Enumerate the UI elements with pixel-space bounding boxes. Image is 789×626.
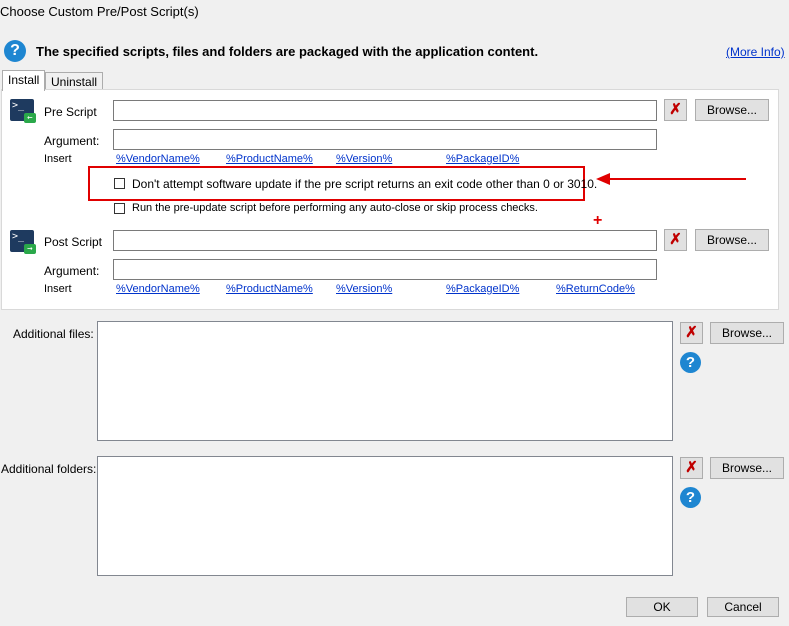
additional-folders-browse-button[interactable]: Browse... [710,457,784,479]
exit-code-checkbox[interactable] [114,178,125,189]
pre-script-label: Pre Script [44,105,97,119]
pre-insert-productname-link[interactable]: %ProductName% [226,153,313,165]
terminal-glyph: >_ [12,100,25,111]
pre-script-argument-input[interactable] [113,129,657,150]
pre-script-browse-button[interactable]: Browse... [695,99,769,121]
additional-files-browse-button[interactable]: Browse... [710,322,784,344]
additional-files-clear-button[interactable]: ✗ [680,322,703,344]
additional-folders-label: Additional folders: [1,462,97,476]
ok-button[interactable]: OK [626,597,698,617]
clear-x-icon: ✗ [669,231,682,248]
cancel-button[interactable]: Cancel [707,597,779,617]
tab-install[interactable]: Install [2,70,46,91]
post-insert-productname-link[interactable]: %ProductName% [226,283,313,295]
header-description: The specified scripts, files and folders… [36,44,539,59]
additional-folders-list[interactable] [97,456,673,576]
arrow-left-icon: ← [24,113,36,123]
post-script-clear-button[interactable]: ✗ [664,229,687,251]
post-script-argument-input[interactable] [113,259,657,280]
annotation-plus-icon: + [593,212,603,229]
additional-folders-help-icon[interactable]: ? [680,487,701,508]
post-script-input[interactable] [113,230,657,251]
help-question-icon: ? [4,40,26,62]
post-insert-packageid-link[interactable]: %PackageID% [446,283,519,295]
window-title: Choose Custom Pre/Post Script(s) [0,4,199,19]
clear-x-icon: ✗ [669,101,682,118]
pre-script-terminal-icon: >_ ← [10,99,36,123]
additional-files-label: Additional files: [13,327,94,341]
pre-update-checkbox[interactable] [114,203,125,214]
arrow-right-icon: → [24,244,36,254]
pre-script-insert-label: Insert [44,153,72,165]
post-script-insert-label: Insert [44,283,72,295]
pre-script-input[interactable] [113,100,657,121]
pre-insert-packageid-link[interactable]: %PackageID% [446,153,519,165]
exit-code-checkbox-label: Don't attempt software update if the pre… [132,177,598,191]
clear-x-icon: ✗ [685,459,698,476]
post-script-terminal-icon: >_ → [10,230,36,254]
pre-insert-vendorname-link[interactable]: %VendorName% [116,153,200,165]
pre-script-clear-button[interactable]: ✗ [664,99,687,121]
post-script-label: Post Script [44,235,103,249]
post-insert-version-link[interactable]: %Version% [336,283,392,295]
post-script-argument-label: Argument: [44,264,100,278]
pre-script-argument-label: Argument: [44,134,100,148]
post-insert-vendorname-link[interactable]: %VendorName% [116,283,200,295]
additional-files-list[interactable] [97,321,673,441]
additional-files-help-icon[interactable]: ? [680,352,701,373]
post-insert-returncode-link[interactable]: %ReturnCode% [556,283,635,295]
pre-insert-version-link[interactable]: %Version% [336,153,392,165]
additional-folders-clear-button[interactable]: ✗ [680,457,703,479]
post-script-browse-button[interactable]: Browse... [695,229,769,251]
clear-x-icon: ✗ [685,324,698,341]
annotation-arrow-icon [596,173,746,185]
pre-update-checkbox-label: Run the pre-update script before perform… [132,202,538,214]
terminal-glyph: >_ [12,231,25,242]
more-info-link[interactable]: (More Info) [726,45,785,59]
